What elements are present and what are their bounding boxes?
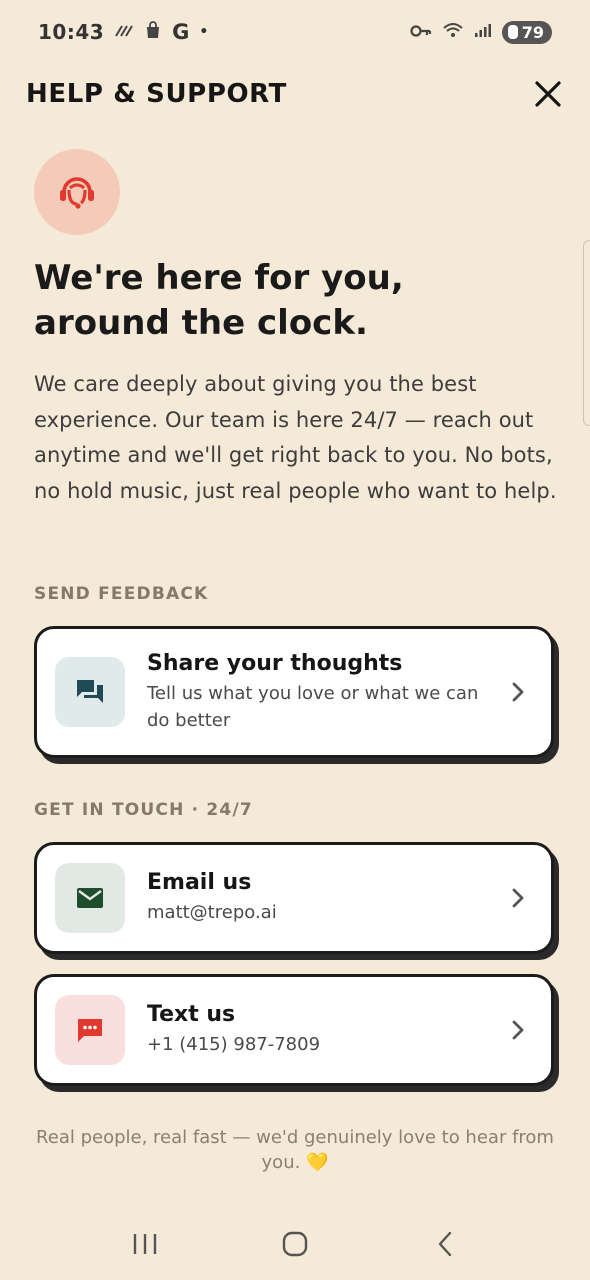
hero-heading: We're here for you, around the clock.: [34, 256, 564, 346]
battery-level: 79: [521, 22, 544, 42]
headset-agent-icon: [60, 177, 94, 209]
envelope-icon: [77, 888, 103, 908]
intro-paragraph: We care deeply about giving you the best…: [34, 372, 557, 503]
signal-icon: [474, 22, 492, 42]
close-button[interactable]: [530, 76, 566, 112]
card-title: Text us: [147, 1002, 236, 1027]
google-icon: G: [172, 20, 190, 44]
close-icon: [535, 81, 561, 107]
vpn-key-icon: [410, 23, 432, 42]
chat-bubbles-icon: [77, 680, 103, 703]
chevron-right-icon: [485, 681, 525, 703]
home-button[interactable]: [265, 1219, 325, 1269]
card-icon-badge: [55, 995, 125, 1065]
scrollbar-handle[interactable]: [583, 240, 590, 426]
hero-heading-line1: We're here for you,: [34, 258, 404, 298]
shopping-bag-icon: [144, 21, 162, 43]
battery-icon: [507, 25, 518, 39]
section-label-feedback: SEND FEEDBACK: [34, 584, 209, 604]
status-time: 10:43: [38, 20, 105, 44]
card-title: Email us: [147, 870, 252, 895]
wifi-icon: [442, 21, 464, 43]
card-text: Share your thoughts Tell us what you lov…: [147, 651, 485, 734]
battery-indicator: 79: [501, 20, 552, 44]
notification-dot: •: [199, 24, 209, 40]
card-title: Share your thoughts: [147, 650, 403, 676]
status-right: 79: [410, 20, 552, 44]
share-thoughts-card[interactable]: Share your thoughts Tell us what you lov…: [34, 626, 554, 758]
hero-heading-line2: around the clock.: [34, 303, 368, 343]
card-text: Text us +1 (415) 987-7809: [147, 1002, 485, 1058]
dnd-stripes-icon: [114, 23, 134, 42]
card-subtitle: Tell us what you love or what we can do …: [147, 682, 479, 731]
chevron-right-icon: [485, 887, 525, 909]
chevron-right-icon: [485, 1019, 525, 1041]
card-text: Email us matt@trepo.ai: [147, 870, 485, 926]
card-icon-badge: [55, 657, 125, 727]
page-title: HELP & SUPPORT: [26, 79, 287, 109]
footer-note: Real people, real fast — we'd genuinely …: [36, 1127, 554, 1173]
email-us-card[interactable]: Email us matt@trepo.ai: [34, 842, 554, 954]
back-icon: [438, 1231, 452, 1257]
status-bar: 10:43 G • 79: [0, 0, 590, 64]
home-icon: [282, 1231, 308, 1257]
system-nav-bar: [0, 1210, 590, 1278]
back-button[interactable]: [415, 1219, 475, 1269]
card-icon-badge: [55, 863, 125, 933]
status-left: 10:43 G •: [38, 20, 208, 44]
hero-icon-badge: [34, 149, 120, 235]
section-label-contact: GET IN TOUCH · 24/7: [34, 800, 253, 820]
sms-icon: [78, 1019, 102, 1042]
text-us-card[interactable]: Text us +1 (415) 987-7809: [34, 974, 554, 1086]
card-subtitle: +1 (415) 987-7809: [147, 1034, 321, 1055]
header: HELP & SUPPORT: [26, 76, 566, 112]
card-subtitle: matt@trepo.ai: [147, 902, 277, 923]
recent-apps-button[interactable]: [115, 1219, 175, 1269]
recent-apps-icon: [133, 1234, 157, 1254]
